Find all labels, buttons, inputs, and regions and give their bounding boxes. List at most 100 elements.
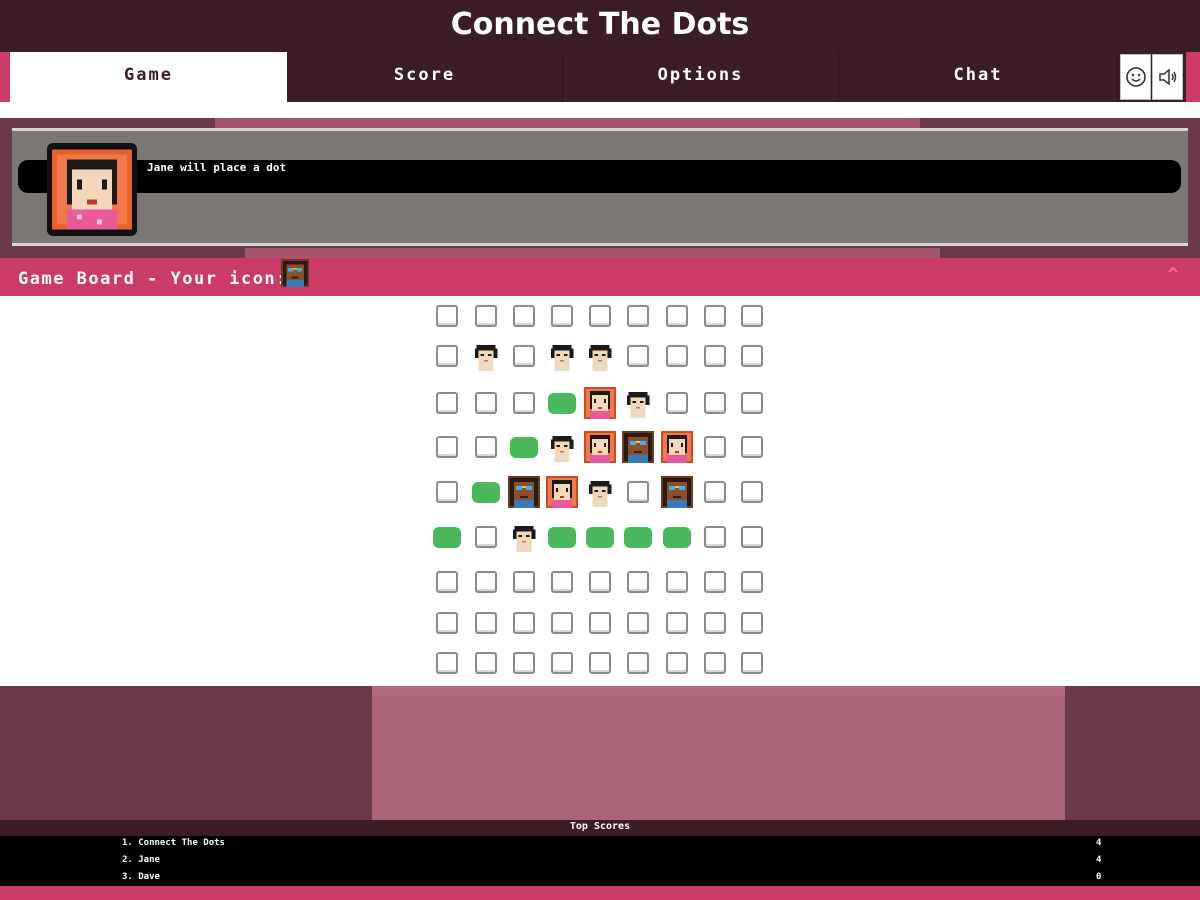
board-cell[interactable]	[585, 608, 615, 638]
board-cell[interactable]	[509, 301, 539, 331]
board-cell[interactable]	[585, 477, 615, 507]
board-cell[interactable]	[700, 522, 730, 552]
board-cell[interactable]	[737, 477, 767, 507]
empty-slot	[436, 571, 458, 593]
board-cell[interactable]	[509, 567, 539, 597]
board-cell[interactable]	[509, 522, 539, 552]
board-cell[interactable]	[547, 301, 577, 331]
board-cell[interactable]	[585, 341, 615, 371]
tab-chat[interactable]: Chat	[839, 52, 1118, 102]
board-cell[interactable]	[661, 476, 693, 508]
board-cell[interactable]	[585, 567, 615, 597]
dave-avatar-icon	[661, 476, 693, 508]
emoji-button[interactable]	[1120, 54, 1151, 100]
empty-slot	[704, 652, 726, 674]
board-cell[interactable]	[471, 567, 501, 597]
board-cell[interactable]	[585, 648, 615, 678]
board-cell[interactable]	[471, 522, 501, 552]
board-cell[interactable]	[509, 388, 539, 418]
board-cell[interactable]	[737, 608, 767, 638]
board-cell[interactable]	[471, 648, 501, 678]
board-cell[interactable]	[623, 388, 653, 418]
tab-game[interactable]: Game	[10, 52, 287, 102]
bob-avatar-icon	[623, 388, 653, 418]
board-cell[interactable]	[662, 608, 692, 638]
board-cell[interactable]	[737, 388, 767, 418]
board-cell[interactable]	[509, 608, 539, 638]
board-cell[interactable]	[547, 388, 577, 418]
board-cell[interactable]	[737, 522, 767, 552]
board-cell[interactable]	[432, 567, 462, 597]
tab-bar: Game Score Options Chat	[0, 52, 1200, 102]
board-cell[interactable]	[623, 341, 653, 371]
board-cell[interactable]	[700, 341, 730, 371]
board-cell[interactable]	[661, 431, 693, 463]
jane-avatar-icon	[52, 149, 132, 230]
board-cell[interactable]	[700, 477, 730, 507]
board-cell[interactable]	[432, 388, 462, 418]
board-cell[interactable]	[700, 301, 730, 331]
board-cell[interactable]	[623, 608, 653, 638]
board-cell[interactable]	[432, 522, 462, 552]
board-cell[interactable]	[737, 648, 767, 678]
board-cell[interactable]	[547, 608, 577, 638]
board-cell[interactable]	[700, 388, 730, 418]
board-cell[interactable]	[585, 522, 615, 552]
board-cell[interactable]	[547, 567, 577, 597]
board-cell[interactable]	[432, 477, 462, 507]
board-cell[interactable]	[622, 431, 654, 463]
board-cell[interactable]	[432, 301, 462, 331]
board-cell[interactable]	[509, 432, 539, 462]
board-cell[interactable]	[547, 432, 577, 462]
board-cell[interactable]	[471, 432, 501, 462]
board-cell[interactable]	[471, 388, 501, 418]
collapse-icon[interactable]: ^	[1168, 264, 1180, 285]
sound-button[interactable]	[1152, 54, 1183, 100]
board-cell[interactable]	[432, 341, 462, 371]
empty-slot	[589, 571, 611, 593]
score-row: 3. Dave 0	[0, 870, 1200, 886]
board-cell[interactable]	[623, 522, 653, 552]
board-cell[interactable]	[737, 432, 767, 462]
board-cell[interactable]	[662, 648, 692, 678]
score-name: 3. Dave	[122, 872, 160, 882]
board-cell[interactable]	[737, 301, 767, 331]
empty-slot	[436, 481, 458, 503]
board-cell[interactable]	[700, 608, 730, 638]
board-cell[interactable]	[700, 432, 730, 462]
board-cell[interactable]	[700, 648, 730, 678]
board-cell[interactable]	[471, 477, 501, 507]
board-cell[interactable]	[623, 301, 653, 331]
board-cell[interactable]	[662, 567, 692, 597]
board-cell[interactable]	[585, 301, 615, 331]
board-cell[interactable]	[432, 608, 462, 638]
board-cell[interactable]	[584, 431, 616, 463]
board-cell[interactable]	[662, 522, 692, 552]
board-cell[interactable]	[509, 648, 539, 678]
board-cell[interactable]	[623, 477, 653, 507]
board-cell[interactable]	[432, 432, 462, 462]
board-cell[interactable]	[471, 301, 501, 331]
board-cell[interactable]	[584, 387, 616, 419]
board-cell[interactable]	[432, 648, 462, 678]
tab-options[interactable]: Options	[563, 52, 839, 102]
board-cell[interactable]	[737, 341, 767, 371]
board-cell[interactable]	[471, 341, 501, 371]
bob-avatar-icon	[547, 341, 577, 371]
board-cell[interactable]	[471, 608, 501, 638]
board-cell[interactable]	[623, 567, 653, 597]
tab-score[interactable]: Score	[287, 52, 563, 102]
board-cell[interactable]	[662, 341, 692, 371]
board-cell[interactable]	[662, 388, 692, 418]
board-cell[interactable]	[700, 567, 730, 597]
board-cell[interactable]	[547, 522, 577, 552]
board-cell[interactable]	[662, 301, 692, 331]
board-cell[interactable]	[508, 476, 540, 508]
board-cell[interactable]	[547, 341, 577, 371]
score-row: 2. Jane 4	[0, 853, 1200, 869]
board-cell[interactable]	[547, 648, 577, 678]
board-cell[interactable]	[509, 341, 539, 371]
board-cell[interactable]	[546, 476, 578, 508]
board-cell[interactable]	[737, 567, 767, 597]
board-cell[interactable]	[623, 648, 653, 678]
